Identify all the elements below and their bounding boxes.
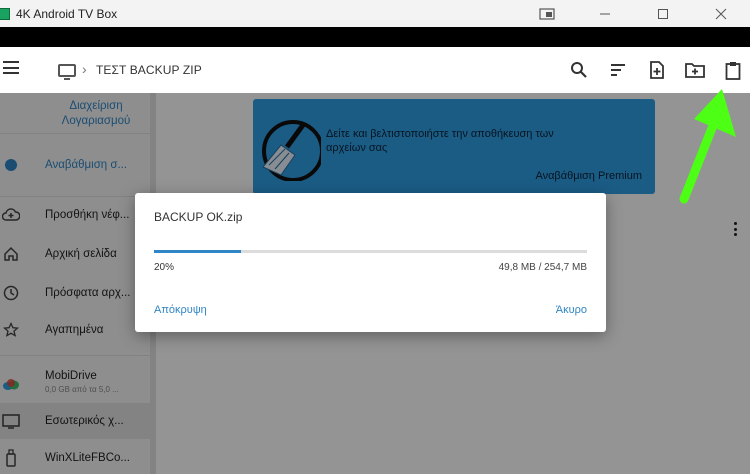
- clipboard-icon[interactable]: [721, 58, 745, 82]
- progress-bar-fill: [154, 250, 241, 253]
- chevron-right-icon: ›: [82, 61, 87, 77]
- hide-button[interactable]: Απόκρυψη: [154, 304, 207, 316]
- progress-size: 49,8 MB / 254,7 MB: [498, 262, 587, 273]
- maximize-icon[interactable]: [634, 0, 692, 27]
- window-title: 4K Android TV Box: [16, 6, 118, 21]
- cancel-button[interactable]: Άκυρο: [556, 304, 587, 316]
- window-titlebar: 4K Android TV Box: [0, 0, 750, 27]
- progress-percent: 20%: [154, 262, 175, 273]
- menu-icon[interactable]: [3, 61, 19, 74]
- progress-dialog: BACKUP OK.zip 20% 49,8 MB / 254,7 MB Από…: [135, 193, 606, 332]
- breadcrumb-title[interactable]: ΤΕΣΤ BACKUP ZIP: [96, 63, 202, 77]
- dialog-title: BACKUP OK.zip: [154, 210, 243, 224]
- app-logo-icon: [0, 7, 10, 20]
- cast-icon[interactable]: [518, 0, 576, 27]
- search-icon[interactable]: [567, 58, 591, 82]
- app-toolbar: › ΤΕΣΤ BACKUP ZIP: [0, 47, 750, 93]
- new-file-icon[interactable]: [645, 58, 669, 82]
- minimize-icon[interactable]: [576, 0, 634, 27]
- close-icon[interactable]: [692, 0, 750, 27]
- window-controls: [518, 0, 750, 27]
- sort-icon[interactable]: [606, 58, 630, 82]
- window-border: [0, 27, 750, 47]
- new-folder-icon[interactable]: [683, 58, 707, 82]
- tv-icon: [58, 64, 76, 80]
- annotation-arrow-icon: [679, 89, 736, 204]
- progress-bar: [154, 250, 587, 253]
